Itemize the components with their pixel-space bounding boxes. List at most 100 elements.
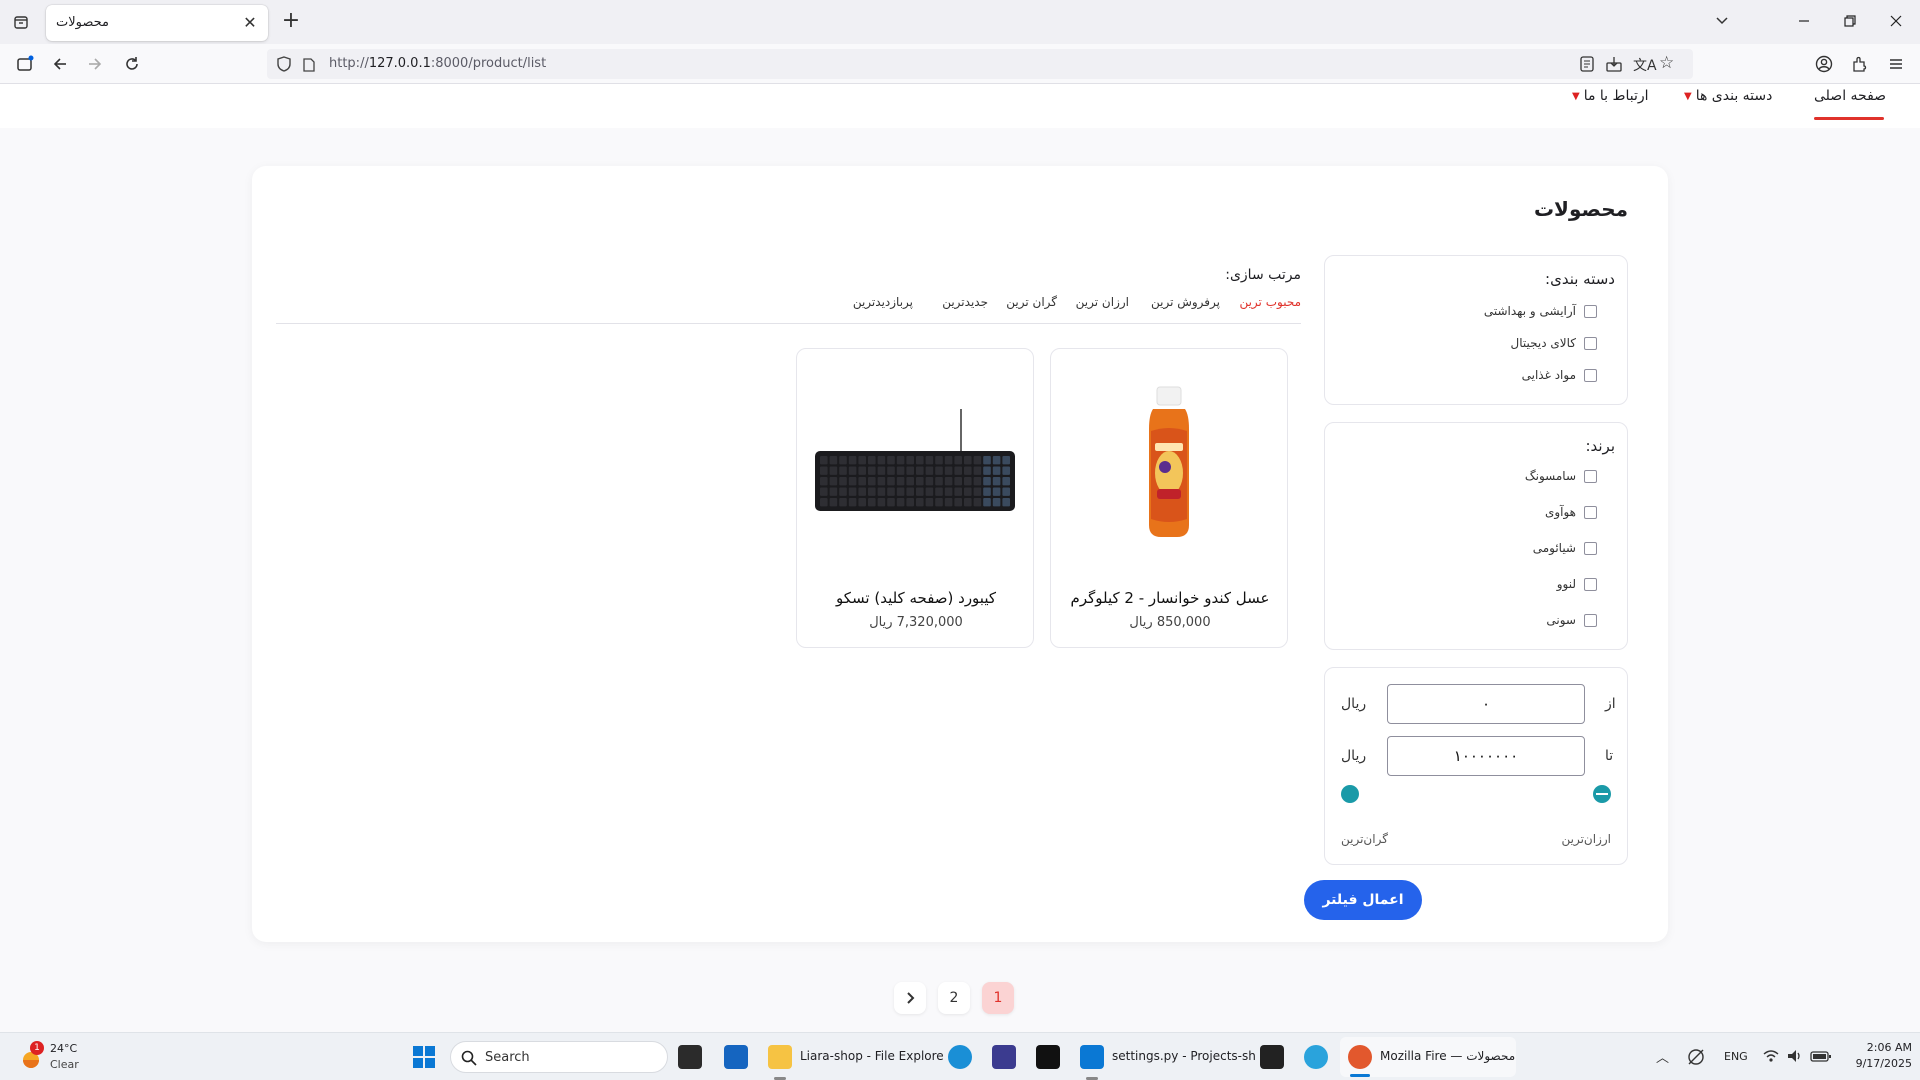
browser-nav-bar: http://127.0.0.1:8000/product/list 文A ☆ <box>0 44 1920 84</box>
checkbox[interactable] <box>1584 577 1597 591</box>
firefox-taskbar-item[interactable]: Mozilla Fire — محصولات <box>1340 1037 1516 1077</box>
browser-tab[interactable]: محصولات ✕ <box>46 5 268 41</box>
keyboard-key <box>877 466 886 475</box>
checkbox[interactable] <box>1584 304 1597 318</box>
wifi-icon[interactable] <box>1762 1047 1780 1065</box>
save-page-icon[interactable] <box>1606 56 1622 76</box>
product-image[interactable] <box>1061 369 1277 549</box>
sort-option-bestselling[interactable]: پرفروش ترین <box>1151 295 1220 309</box>
keyboard-key <box>820 466 828 475</box>
bookmark-star-icon[interactable]: ☆ <box>1659 53 1674 73</box>
keyboard-key <box>954 487 962 496</box>
telegram-icon[interactable] <box>1304 1045 1328 1069</box>
product-name[interactable]: کیبورد (صفحه کلید) تسکو <box>797 589 1035 607</box>
pagination-next[interactable] <box>894 982 926 1014</box>
sort-option-cheapest[interactable]: ارزان ترین <box>1076 295 1129 309</box>
weather-temp[interactable]: 24°C <box>50 1042 77 1055</box>
checkbox[interactable] <box>1584 336 1597 350</box>
network-off-icon[interactable] <box>1686 1047 1706 1067</box>
apply-filter-button[interactable]: اعمال فیلتر <box>1304 880 1422 920</box>
vpn-icon[interactable] <box>992 1045 1016 1069</box>
reader-view-icon[interactable] <box>1579 56 1595 76</box>
keyboard-key <box>906 466 914 475</box>
price-to-input[interactable]: ۱۰۰۰۰۰۰۰ <box>1387 736 1585 776</box>
price-min-slider-handle[interactable] <box>1593 785 1611 803</box>
start-icon[interactable] <box>412 1045 436 1069</box>
weather-icon[interactable]: 1 <box>18 1041 44 1069</box>
nav-home[interactable]: صفحه اصلی <box>1814 88 1886 104</box>
product-card[interactable]: عسل کندو خوانسار - 2 کیلوگرم 850,000 ریا… <box>1050 348 1288 648</box>
taskbar: 1 24°C Clear Search Liara-shop - File Ex… <box>0 1032 1920 1080</box>
product-image[interactable] <box>807 369 1023 549</box>
close-window-icon[interactable] <box>1884 10 1908 34</box>
brand-filter-heading: برند: <box>1585 437 1615 455</box>
nav-contact[interactable]: ارتباط با ما ▼ <box>1572 88 1649 104</box>
keyboard-key <box>896 456 905 465</box>
list-all-tabs-icon[interactable] <box>1710 10 1734 34</box>
nav-categories[interactable]: دسته بندی ها ▼ <box>1684 88 1772 104</box>
keyboard-key <box>935 466 943 475</box>
language-indicator[interactable]: ENG <box>1724 1050 1748 1063</box>
account-icon[interactable] <box>1812 52 1836 76</box>
page-info-icon[interactable] <box>303 57 315 76</box>
firefox-view-icon[interactable] <box>13 52 37 76</box>
price-from-input[interactable]: ۰ <box>1387 684 1585 724</box>
checkbox[interactable] <box>1584 469 1597 483</box>
keyboard-key <box>877 456 886 465</box>
url-bar[interactable]: http://127.0.0.1:8000/product/list 文A ☆ <box>267 49 1693 79</box>
file-explorer-icon[interactable] <box>768 1045 792 1069</box>
clock[interactable]: 2:06 AM 9/17/2025 <box>1840 1041 1912 1070</box>
checkbox[interactable] <box>1584 505 1597 519</box>
battery-icon[interactable] <box>1810 1047 1832 1065</box>
sort-option-most-viewed[interactable]: پربازدیدترین <box>853 295 913 309</box>
pycharm-icon[interactable] <box>1036 1045 1060 1069</box>
brand-option[interactable]: سامسونگ <box>1525 469 1597 483</box>
keyboard-key <box>973 456 982 465</box>
edge-icon[interactable] <box>948 1045 972 1069</box>
task-view-icon[interactable] <box>678 1045 702 1069</box>
new-tab-button[interactable]: + <box>279 10 303 34</box>
extensions-icon[interactable] <box>1848 52 1872 76</box>
brand-option[interactable]: هوآوی <box>1545 505 1597 519</box>
category-option[interactable]: کالای دیجیتال <box>1511 336 1597 350</box>
tab-close-icon[interactable]: ✕ <box>240 13 260 33</box>
keyboard-key <box>954 466 962 475</box>
back-icon[interactable] <box>48 52 72 76</box>
vscode-icon[interactable] <box>1080 1045 1104 1069</box>
brand-option[interactable]: شیائومی <box>1533 541 1597 555</box>
category-option[interactable]: مواد غذایی <box>1522 368 1597 382</box>
sort-option-newest[interactable]: جدیدترین <box>942 295 988 309</box>
sort-option-most-expensive[interactable]: گران ترین <box>1006 295 1057 309</box>
pagination-page[interactable]: 2 <box>938 982 970 1014</box>
menu-icon[interactable] <box>1884 52 1908 76</box>
reload-icon[interactable] <box>120 52 144 76</box>
chevron-up-icon[interactable]: ︿ <box>1656 1047 1669 1066</box>
store-icon[interactable] <box>724 1045 748 1069</box>
restore-icon[interactable] <box>1838 10 1862 34</box>
url-text[interactable]: http://127.0.0.1:8000/product/list <box>329 56 546 71</box>
keyboard-key <box>839 466 847 475</box>
checkbox[interactable] <box>1584 368 1597 382</box>
keyboard-key <box>848 456 857 465</box>
category-option[interactable]: آرایشی و بهداشتی <box>1484 304 1597 318</box>
forward-icon[interactable] <box>83 52 107 76</box>
pagination-page-current[interactable]: 1 <box>982 982 1014 1014</box>
checkbox[interactable] <box>1584 613 1597 627</box>
shield-icon[interactable] <box>277 56 291 76</box>
tab-list-icon[interactable] <box>10 11 32 33</box>
product-card[interactable]: کیبورد (صفحه کلید) تسکو 7,320,000 ریال <box>796 348 1034 648</box>
volume-icon[interactable] <box>1786 1047 1804 1065</box>
terminal-icon[interactable] <box>1260 1045 1284 1069</box>
brand-option[interactable]: لنوو <box>1557 577 1597 591</box>
minimize-icon[interactable] <box>1792 10 1816 34</box>
file-explorer-label[interactable]: Liara-shop - File Explore <box>800 1049 944 1063</box>
vscode-label[interactable]: settings.py - Projects-sh <box>1112 1049 1256 1063</box>
brand-option[interactable]: سونی <box>1546 613 1597 627</box>
translate-icon[interactable]: 文A <box>1633 55 1657 75</box>
product-name[interactable]: عسل کندو خوانسار - 2 کیلوگرم <box>1051 589 1289 607</box>
sort-option-popular[interactable]: محبوب ترین <box>1239 295 1301 309</box>
taskbar-search[interactable]: Search <box>450 1041 668 1073</box>
nav-categories-label: دسته بندی ها <box>1695 88 1773 104</box>
price-max-slider-handle[interactable] <box>1341 785 1359 803</box>
checkbox[interactable] <box>1584 541 1597 555</box>
